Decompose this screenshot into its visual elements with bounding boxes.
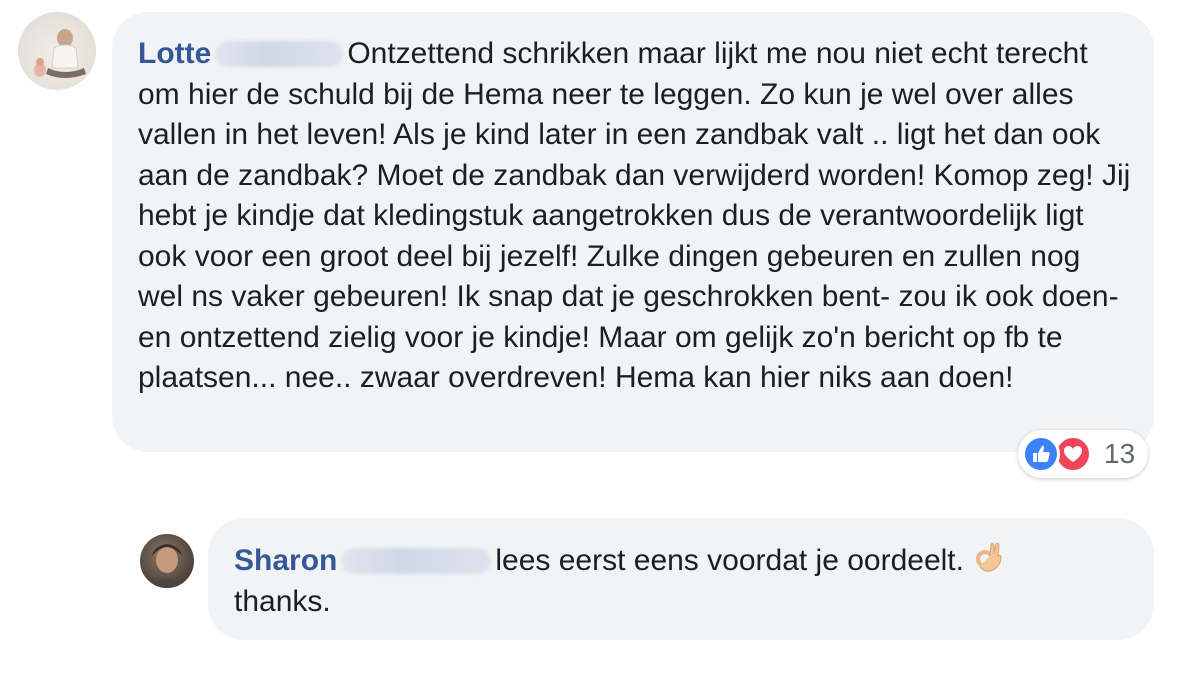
reactions-pill[interactable]: 13 — [1018, 430, 1148, 478]
comment-body-continued: thanks. — [234, 584, 331, 618]
profile-photo-icon — [34, 29, 86, 78]
like-icon — [1022, 435, 1060, 473]
reply-bubble: Sharon lees eerst eens voordat je oordeel… — [208, 518, 1154, 640]
avatar[interactable] — [140, 534, 194, 588]
reaction-count: 13 — [1104, 438, 1136, 469]
blurred-name — [215, 41, 344, 67]
comment-text: Lotte Ontzettend schrikken maar lijkt me … — [138, 34, 1132, 399]
comment-body: lees eerst eens voordat je oordeelt. — [495, 544, 964, 577]
comment-text: Sharon lees eerst eens voordat je oordeel… — [234, 540, 1132, 622]
comment-author-link[interactable]: Sharon — [234, 544, 337, 577]
comment-author-link[interactable]: Lotte — [138, 37, 211, 70]
profile-photo-icon — [148, 544, 186, 588]
avatar[interactable] — [18, 12, 96, 90]
comment-bubble: Lotte Ontzettend schrikken maar lijkt me … — [112, 12, 1154, 452]
comment-body: Ontzettend schrikken maar lijkt me nou n… — [138, 37, 1131, 394]
blurred-name — [341, 548, 492, 574]
ok-hand-icon — [974, 540, 1004, 574]
